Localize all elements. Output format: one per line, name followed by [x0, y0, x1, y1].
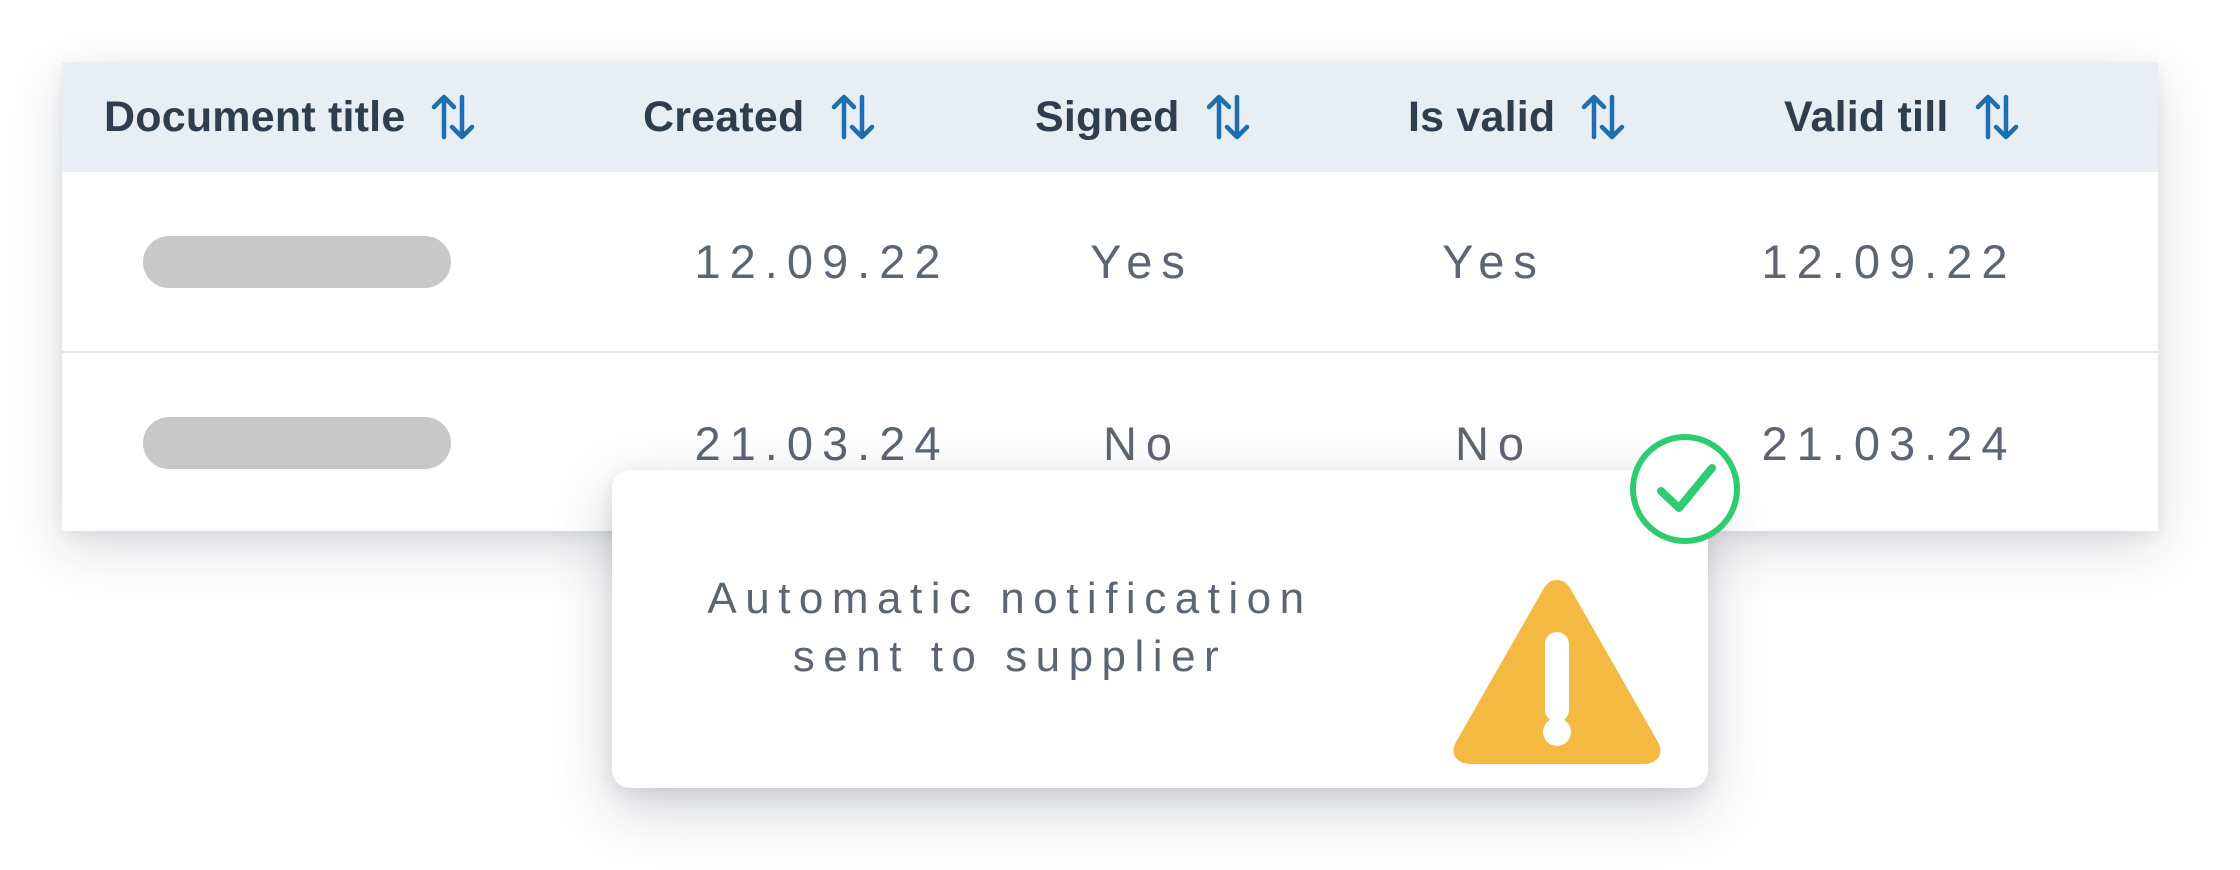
- column-header-signed[interactable]: Signed: [1035, 62, 1250, 172]
- notification-line: sent to supplier: [792, 632, 1228, 681]
- sort-arrows-icon[interactable]: [431, 93, 475, 141]
- is-valid-cell: Yes: [1442, 235, 1546, 288]
- column-header-label: Valid till: [1784, 92, 1949, 141]
- notification-message: Automatic notification sent to supplier: [642, 570, 1378, 686]
- table-header: Document title Created Signed Is valid V…: [62, 62, 2158, 172]
- signed-cell: Yes: [1090, 235, 1194, 288]
- document-title-cell: [142, 172, 452, 351]
- sort-arrows-icon[interactable]: [831, 93, 875, 141]
- notification-popup[interactable]: Automatic notification sent to supplier: [612, 470, 1708, 788]
- warning-icon: [1447, 570, 1667, 770]
- column-header-document-title[interactable]: Document title: [104, 62, 475, 172]
- column-header-label: Created: [643, 92, 805, 141]
- table-row[interactable]: 12.09.22 Yes Yes 12.09.22: [62, 172, 2158, 353]
- column-header-label: Document title: [104, 92, 406, 141]
- sort-arrows-icon[interactable]: [1581, 93, 1625, 141]
- column-header-created[interactable]: Created: [643, 62, 875, 172]
- valid-till-cell: 12.09.22: [1761, 235, 2017, 288]
- sort-arrows-icon[interactable]: [1206, 93, 1250, 141]
- check-circle-icon: [1628, 432, 1742, 546]
- column-header-label: Signed: [1035, 92, 1180, 141]
- column-header-valid-till[interactable]: Valid till: [1784, 62, 2019, 172]
- document-title-cell: [142, 353, 452, 533]
- column-header-is-valid[interactable]: Is valid: [1408, 62, 1625, 172]
- sort-arrows-icon[interactable]: [1975, 93, 2019, 141]
- notification-line: Automatic notification: [707, 574, 1313, 623]
- stage: Document title Created Signed Is valid V…: [0, 0, 2240, 870]
- redacted-title-placeholder: [143, 235, 451, 288]
- redacted-title-placeholder: [143, 417, 451, 469]
- column-header-label: Is valid: [1408, 92, 1556, 141]
- documents-table: Document title Created Signed Is valid V…: [62, 62, 2158, 531]
